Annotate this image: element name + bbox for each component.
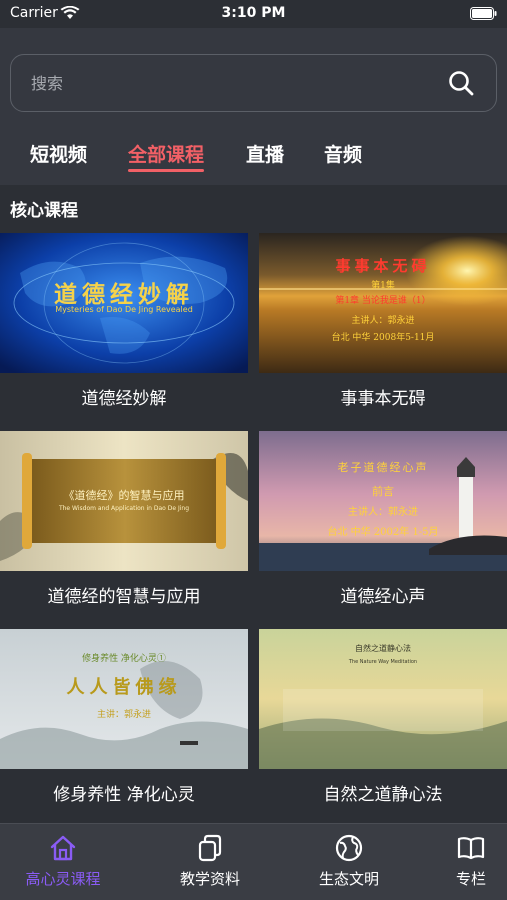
clock: 3:10 PM <box>221 5 286 21</box>
home-icon <box>50 835 76 861</box>
course-card[interactable]: 《道德经》的智慧与应用 The Wisdom and Application i… <box>0 431 248 623</box>
tab-all-courses[interactable]: 全部课程 <box>128 140 205 172</box>
bottom-tab-ecology[interactable]: 生态文明 <box>286 824 412 900</box>
thumb-title: 修身养性 净化心灵① <box>82 654 166 664</box>
course-card[interactable]: 老子道德经心声 前言 主讲人：郭永进 台北 中华 2002年 1-5月 道德经心… <box>259 431 507 623</box>
course-title: 道德经的智慧与应用 <box>47 587 201 607</box>
course-title: 修身养性 净化心灵 <box>53 785 195 805</box>
bottom-tab-bar: 高心灵课程 教学资料 生态文明 专栏 <box>0 823 507 900</box>
thumb-line: 台北 中华 2008年5-11月 <box>331 333 435 343</box>
course-title: 道德经妙解 <box>81 389 167 409</box>
bottom-tab-label: 高心灵课程 <box>25 870 101 888</box>
search-input[interactable] <box>31 55 431 111</box>
course-thumbnail[interactable]: 事事本无碍 第1集 第1章 当论我是谁（1） 主讲人：郭永进 台北 中华 200… <box>259 233 507 373</box>
thumb-line: 主讲人：郭永进 <box>351 316 415 326</box>
thumb-line: 台北 中华 2002年 1-5月 <box>327 527 439 538</box>
documents-icon <box>198 834 222 862</box>
active-tab-underline <box>128 169 205 172</box>
course-thumbnail[interactable]: 自然之道静心法 The Nature Way Meditation <box>259 629 507 769</box>
tab-live[interactable]: 直播 <box>246 140 284 167</box>
thumb-title: 事事本无碍 <box>335 257 431 275</box>
course-title: 道德经心声 <box>340 587 426 607</box>
course-thumbnail[interactable]: 老子道德经心声 前言 主讲人：郭永进 台北 中华 2002年 1-5月 <box>259 431 507 571</box>
thumb-line: 第1集 <box>371 281 395 291</box>
bottom-tab-materials[interactable]: 教学资料 <box>147 824 273 900</box>
thumb-subtitle: The Wisdom and Application in Dao De Jin… <box>58 505 190 512</box>
section-title: 核心课程 <box>10 201 78 221</box>
thumb-title: 道德经妙解 <box>54 281 194 308</box>
search-icon[interactable] <box>448 70 474 96</box>
search-box[interactable] <box>10 54 497 112</box>
category-tabs: 短视频 全部课程 直播 音频 <box>0 136 507 176</box>
thumb-subtitle: The Nature Way Meditation <box>348 659 418 665</box>
header: 短视频 全部课程 直播 音频 <box>0 28 507 185</box>
bottom-tab-courses[interactable]: 高心灵课程 <box>0 824 126 900</box>
status-bar: Carrier 3:10 PM <box>0 0 507 28</box>
thumb-subtitle: Mysteries of Dao De Jing Revealed <box>55 305 193 314</box>
thumb-title: 《道德经》的智慧与应用 <box>63 489 185 502</box>
course-thumbnail[interactable]: 《道德经》的智慧与应用 The Wisdom and Application i… <box>0 431 248 571</box>
course-card[interactable]: 事事本无碍 第1集 第1章 当论我是谁（1） 主讲人：郭永进 台北 中华 200… <box>259 233 507 425</box>
bottom-tab-label: 教学资料 <box>179 870 240 888</box>
battery-icon <box>470 7 497 20</box>
thumb-line: 前言 <box>372 485 394 498</box>
book-icon <box>457 837 485 860</box>
course-thumbnail[interactable]: 道德经妙解 Mysteries of Dao De Jing Revealed <box>0 233 248 373</box>
course-title: 自然之道静心法 <box>323 785 443 805</box>
course-card[interactable]: 自然之道静心法 The Nature Way Meditation 自然之道静心… <box>259 629 507 821</box>
thumb-line: 人人皆佛缘 <box>66 677 182 698</box>
thumb-title: 老子道德经心声 <box>337 461 429 474</box>
thumb-line: 主讲人：郭永进 <box>348 507 418 518</box>
course-card[interactable]: 道德经妙解 Mysteries of Dao De Jing Revealed … <box>0 233 248 425</box>
bottom-tab-label: 生态文明 <box>318 870 379 888</box>
tab-audio[interactable]: 音频 <box>324 140 362 167</box>
bottom-tab-label: 专栏 <box>455 870 486 888</box>
globe-icon <box>335 834 363 862</box>
course-card[interactable]: 修身养性 净化心灵① 人人皆佛缘 主讲：郭永进 修身养性 净化心灵 <box>0 629 248 821</box>
bottom-tab-column[interactable]: 专栏 <box>408 824 507 900</box>
thumb-title: 自然之道静心法 <box>355 644 411 653</box>
course-title: 事事本无碍 <box>340 389 426 409</box>
tab-short-video[interactable]: 短视频 <box>30 140 87 167</box>
thumb-line: 主讲：郭永进 <box>96 710 151 720</box>
thumb-line: 第1章 当论我是谁（1） <box>335 296 431 306</box>
course-thumbnail[interactable]: 修身养性 净化心灵① 人人皆佛缘 主讲：郭永进 <box>0 629 248 769</box>
